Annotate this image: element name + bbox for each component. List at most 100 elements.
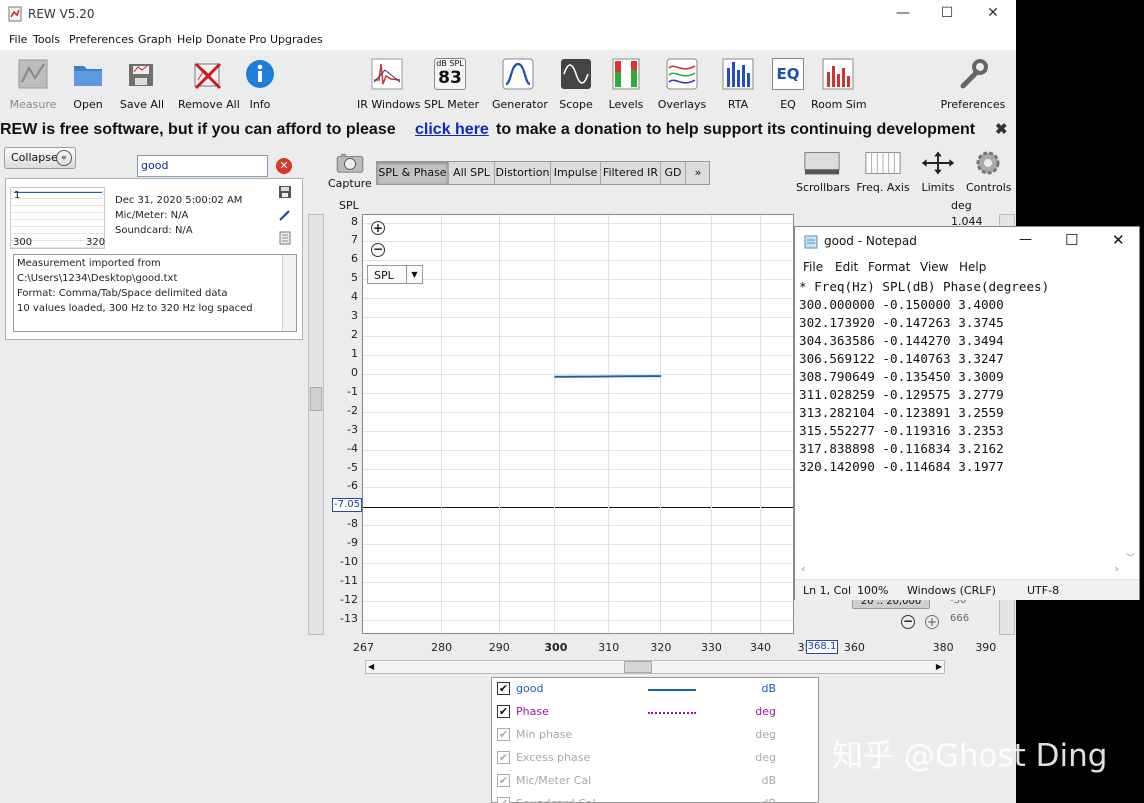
y-tick-label: -12 xyxy=(340,592,358,606)
menu-pro-upgrades[interactable]: Pro Upgrades xyxy=(249,33,323,46)
main-toolbar: Measure Open Save All Remove All Info IR… xyxy=(0,50,1016,116)
notes-scrollbar[interactable] xyxy=(282,255,296,331)
y-cursor-readout: -7.05 xyxy=(332,498,362,512)
scroll-right-icon[interactable]: ▶ xyxy=(936,662,942,671)
x-tick-label: 380 xyxy=(932,641,954,654)
menu-preferences[interactable]: Preferences xyxy=(69,33,134,46)
menu-help[interactable]: Help xyxy=(177,33,202,46)
y-tick-label: -8 xyxy=(347,517,358,531)
notepad-close-button[interactable]: ✕ xyxy=(1112,231,1125,249)
menu-donate[interactable]: Donate xyxy=(206,33,246,46)
legend-checkbox[interactable]: ✔ xyxy=(497,705,510,718)
spl-meter-value: 83 xyxy=(438,68,462,88)
legend-checkbox[interactable]: ✔ xyxy=(497,797,510,803)
notepad-line: 304.363586 -0.144270 3.3494 xyxy=(799,333,1004,348)
notepad-minimize-button[interactable]: — xyxy=(1019,232,1032,247)
limits-label: Limits xyxy=(921,181,955,194)
legend-unit: dB xyxy=(761,797,776,803)
notepad-line: * Freq(Hz) SPL(dB) Phase(degrees) xyxy=(799,279,1050,294)
notepad-menu-help[interactable]: Help xyxy=(959,260,986,274)
legend-row[interactable]: ✔ Mic/Meter Cal dB xyxy=(492,770,818,792)
scroll-thumb[interactable] xyxy=(310,387,322,411)
legend-checkbox[interactable]: ✔ xyxy=(497,682,510,695)
y-tick-label: 3 xyxy=(351,309,358,323)
zoom-out-icon[interactable]: − xyxy=(371,243,385,257)
notepad-menu-edit[interactable]: Edit xyxy=(835,260,858,274)
notepad-menu-file[interactable]: File xyxy=(803,260,823,274)
measurement-name-input[interactable]: good xyxy=(137,155,268,177)
tabs-more-button[interactable]: » xyxy=(686,162,710,184)
y-tick-label: -5 xyxy=(347,460,358,474)
open-label: Open xyxy=(73,98,103,111)
donate-link[interactable]: click here xyxy=(415,121,489,139)
y-tick-label: -2 xyxy=(347,403,358,417)
y-tick-label: -6 xyxy=(347,479,358,493)
status-position: Ln 1, Col xyxy=(803,584,852,597)
notepad-menu-view[interactable]: View xyxy=(920,260,948,274)
y-right-axis-label: deg xyxy=(951,199,972,212)
tab-spl-phase[interactable]: SPL & Phase xyxy=(377,162,449,184)
legend-row[interactable]: ✔ Phase deg xyxy=(492,701,818,723)
tab-gd[interactable]: GD xyxy=(661,162,686,184)
ir-windows-icon xyxy=(371,58,403,90)
save-measurement-icon[interactable] xyxy=(278,185,292,199)
notepad-maximize-button[interactable]: ☐ xyxy=(1065,231,1078,249)
limits-button[interactable]: Limits xyxy=(918,150,958,194)
spl-phase-graph[interactable]: + − SPL ▼ xyxy=(362,214,794,634)
notepad-window: good - Notepad — ☐ ✕ File Edit Format Vi… xyxy=(794,226,1140,600)
scroll-right-icon[interactable]: › xyxy=(1115,562,1119,575)
scroll-left-icon[interactable]: ‹ xyxy=(801,562,805,575)
hscroll-thumb[interactable] xyxy=(624,661,652,673)
legend-checkbox[interactable]: ✔ xyxy=(497,774,510,787)
scrollbars-button[interactable]: Scrollbars xyxy=(796,150,850,194)
legend-checkbox[interactable]: ✔ xyxy=(497,751,510,764)
y-tick-label: 5 xyxy=(351,271,358,285)
menu-graph[interactable]: Graph xyxy=(138,33,172,46)
minimize-button[interactable]: — xyxy=(880,0,926,28)
x-zoom-in-icon[interactable]: + xyxy=(925,615,939,629)
y-tick-label: 2 xyxy=(351,328,358,342)
scroll-down-icon[interactable]: ﹀ xyxy=(1126,551,1135,564)
tab-all-spl[interactable]: All SPL xyxy=(449,162,495,184)
legend-row[interactable]: ✔ Excess phase deg xyxy=(492,747,818,769)
notepad-text-area[interactable]: * Freq(Hz) SPL(dB) Phase(degrees) 300.000… xyxy=(799,278,1119,578)
notepad-hscroll[interactable]: ‹ › xyxy=(795,562,1125,578)
capture-button[interactable]: Capture xyxy=(328,152,372,192)
measurement-notes[interactable]: Measurement imported from C:\Users\1234\… xyxy=(13,254,297,332)
menu-file[interactable]: File xyxy=(9,33,27,46)
tab-impulse[interactable]: Impulse xyxy=(551,162,601,184)
legend-checkbox[interactable]: ✔ xyxy=(497,728,510,741)
clear-name-icon[interactable]: ✕ xyxy=(276,158,292,174)
legend-unit: dB xyxy=(761,682,776,695)
measurement-thumbnail[interactable]: 1 300 320 xyxy=(10,187,105,249)
notepad-vscroll[interactable]: ﹀ xyxy=(1123,278,1139,564)
collapse-button[interactable]: Collapse « xyxy=(4,147,76,169)
legend-row[interactable]: ✔ Min phase deg xyxy=(492,724,818,746)
legend-row[interactable]: ✔ Soundcard Cal dB xyxy=(492,793,818,803)
notepad-line: 302.173920 -0.147263 3.3745 xyxy=(799,315,1004,330)
trace-selector[interactable]: SPL ▼ xyxy=(367,265,423,284)
edit-pen-icon[interactable] xyxy=(278,208,292,222)
collapse-label: Collapse xyxy=(11,151,58,164)
freq-axis-button[interactable]: Freq. Axis xyxy=(856,150,910,194)
y-tick-label: -13 xyxy=(340,611,358,625)
left-scrollbar[interactable] xyxy=(308,214,324,635)
controls-button[interactable]: Controls xyxy=(966,150,1012,194)
overlays-icon xyxy=(666,58,698,90)
legend-row[interactable]: ✔ good dB xyxy=(492,678,818,700)
menu-tools[interactable]: Tools xyxy=(33,33,60,46)
notes-icon[interactable] xyxy=(278,231,292,245)
notes-line: Measurement imported from xyxy=(17,258,161,269)
scroll-left-icon[interactable]: ◀ xyxy=(368,662,374,671)
close-button[interactable]: ✕ xyxy=(970,0,1016,28)
tab-distortion[interactable]: Distortion xyxy=(495,162,551,184)
banner-close-icon[interactable]: ✖ xyxy=(995,120,1008,138)
zoom-in-icon[interactable]: + xyxy=(371,221,385,235)
status-encoding: UTF-8 xyxy=(1027,584,1060,597)
x-zoom-out-icon[interactable]: − xyxy=(901,615,915,629)
notepad-line: 320.142090 -0.114684 3.1977 xyxy=(799,459,1004,474)
notepad-menu-format[interactable]: Format xyxy=(868,260,910,274)
tab-filtered-ir[interactable]: Filtered IR xyxy=(601,162,661,184)
horizontal-scrollbar[interactable]: ◀ ▶ xyxy=(365,660,945,674)
maximize-button[interactable]: ☐ xyxy=(924,0,970,28)
